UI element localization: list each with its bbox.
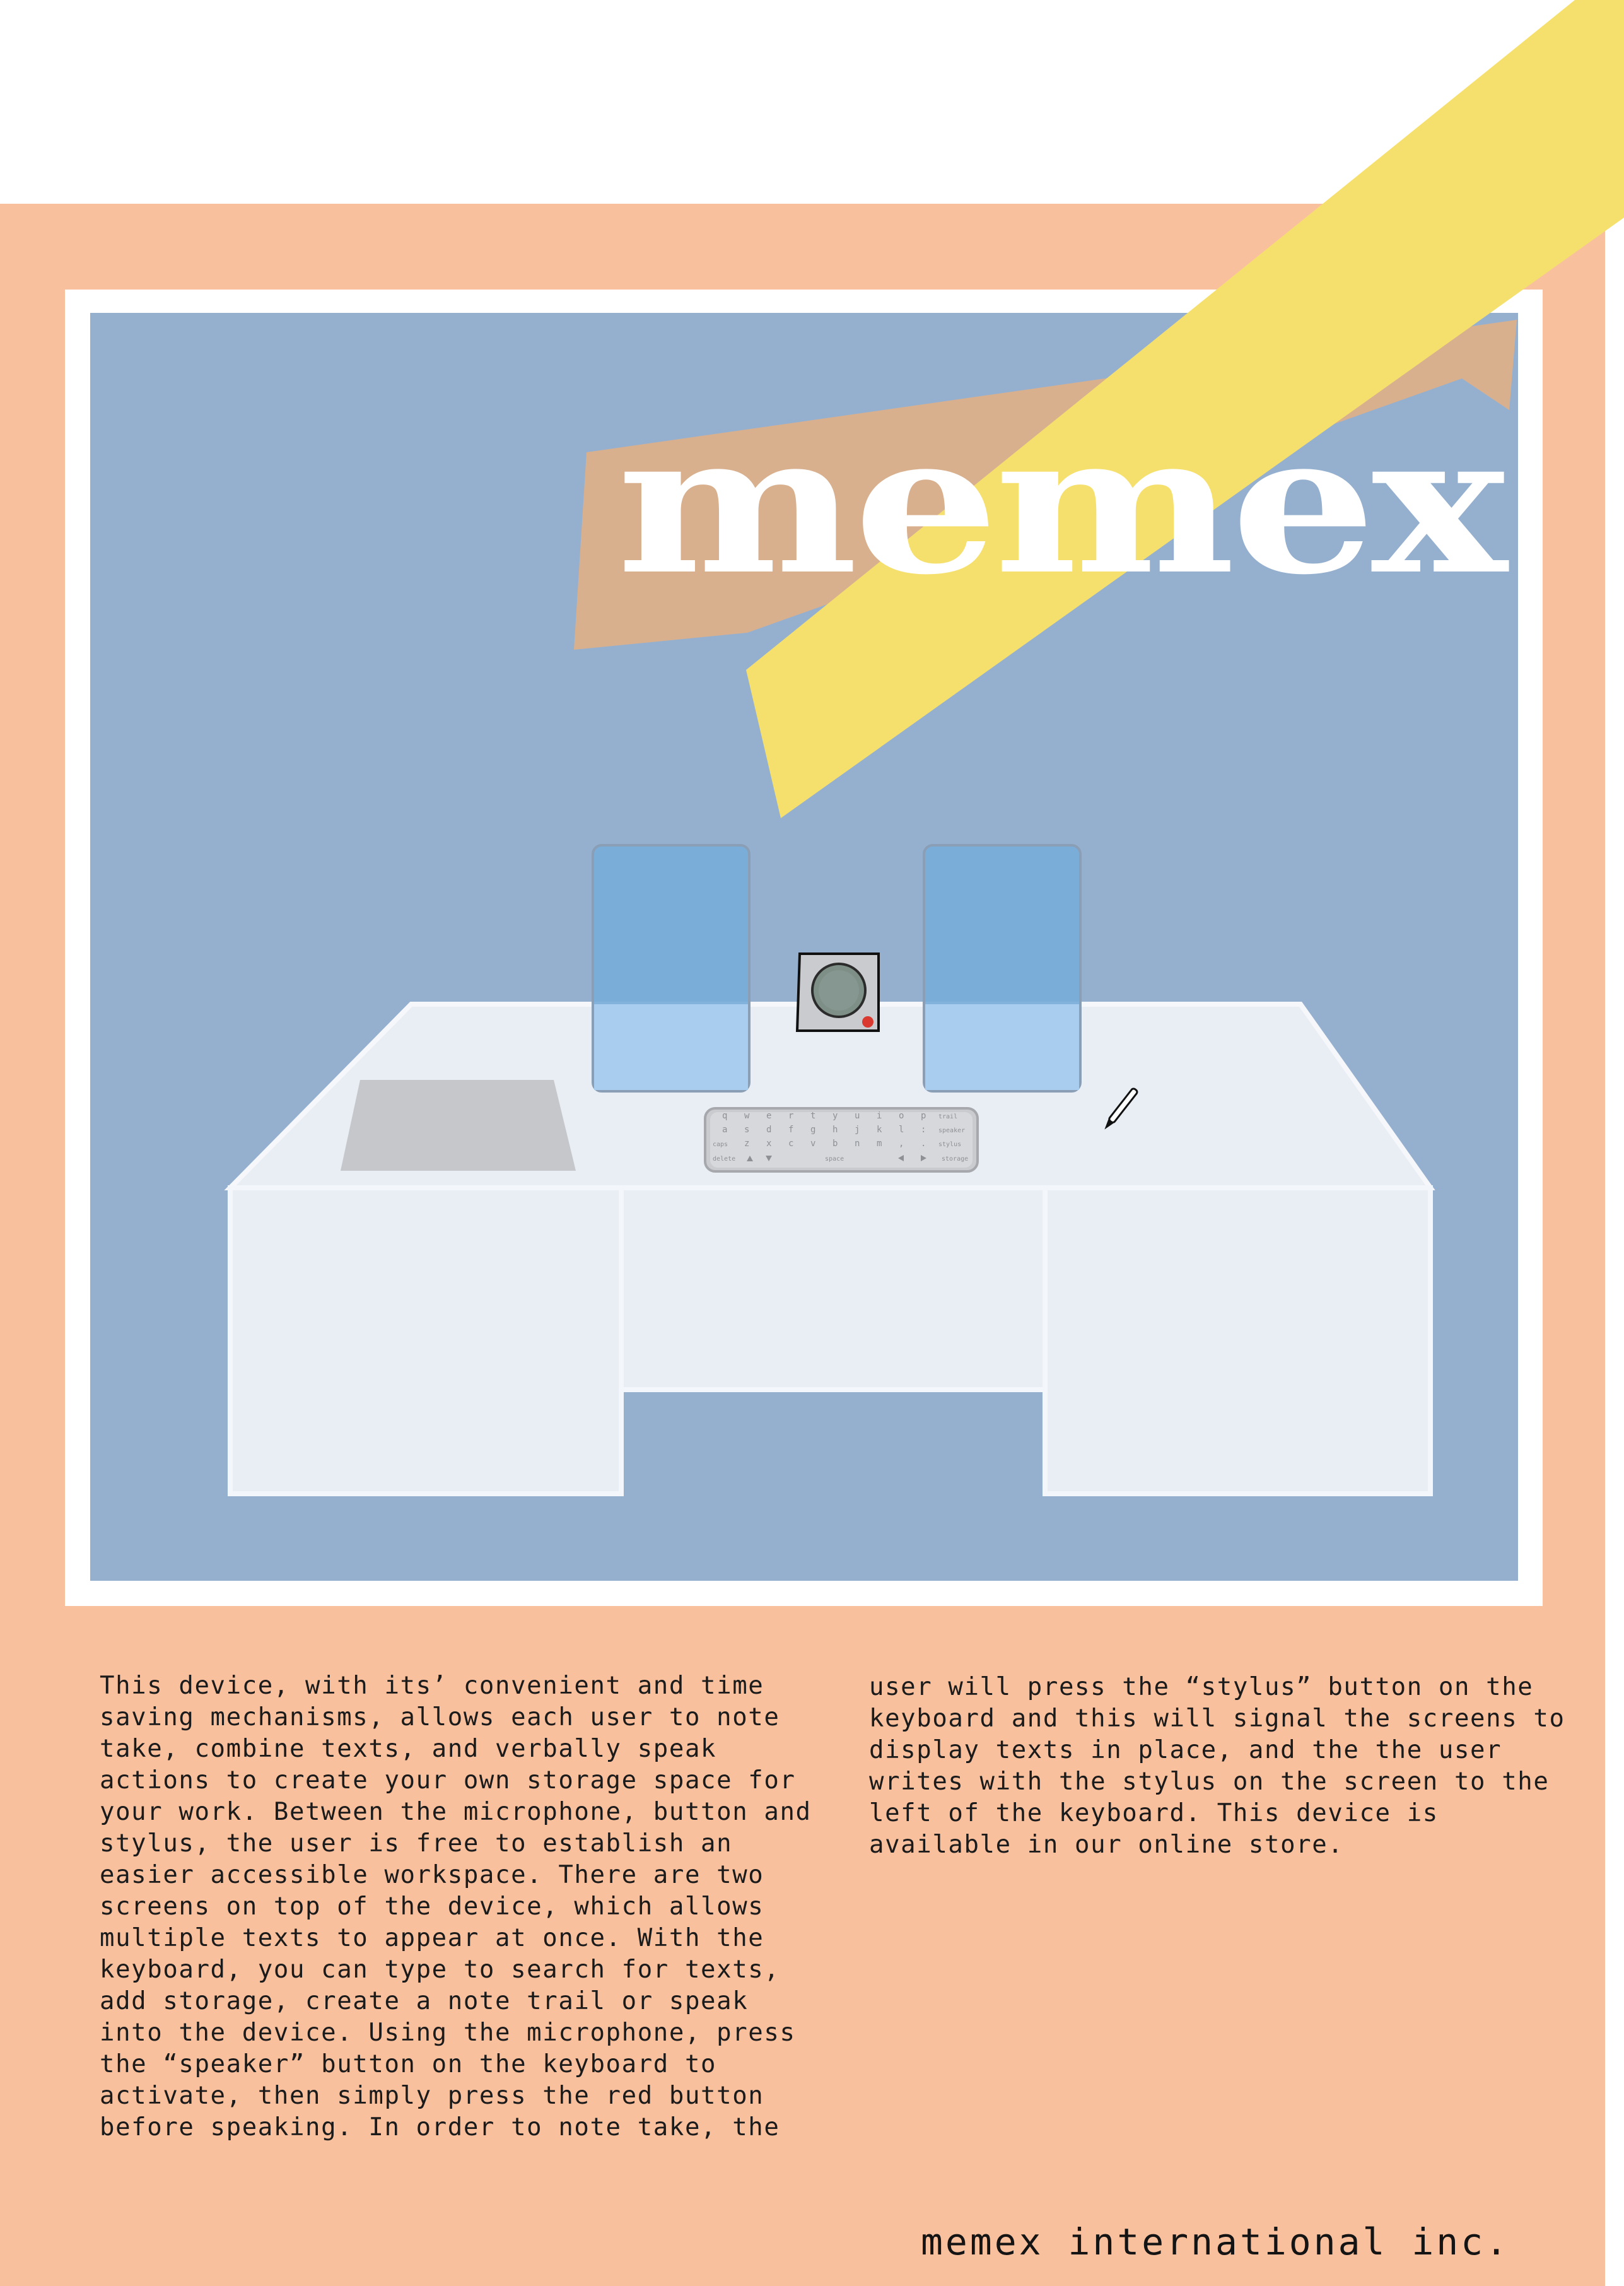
- company-name: memex international inc.: [921, 2220, 1510, 2263]
- illustration-panel: [90, 313, 1518, 1581]
- description-column-1: This device, with its’ convenient and ti…: [100, 1672, 812, 2142]
- description-column-2: user will press the “stylus” button on t…: [869, 1673, 1565, 1859]
